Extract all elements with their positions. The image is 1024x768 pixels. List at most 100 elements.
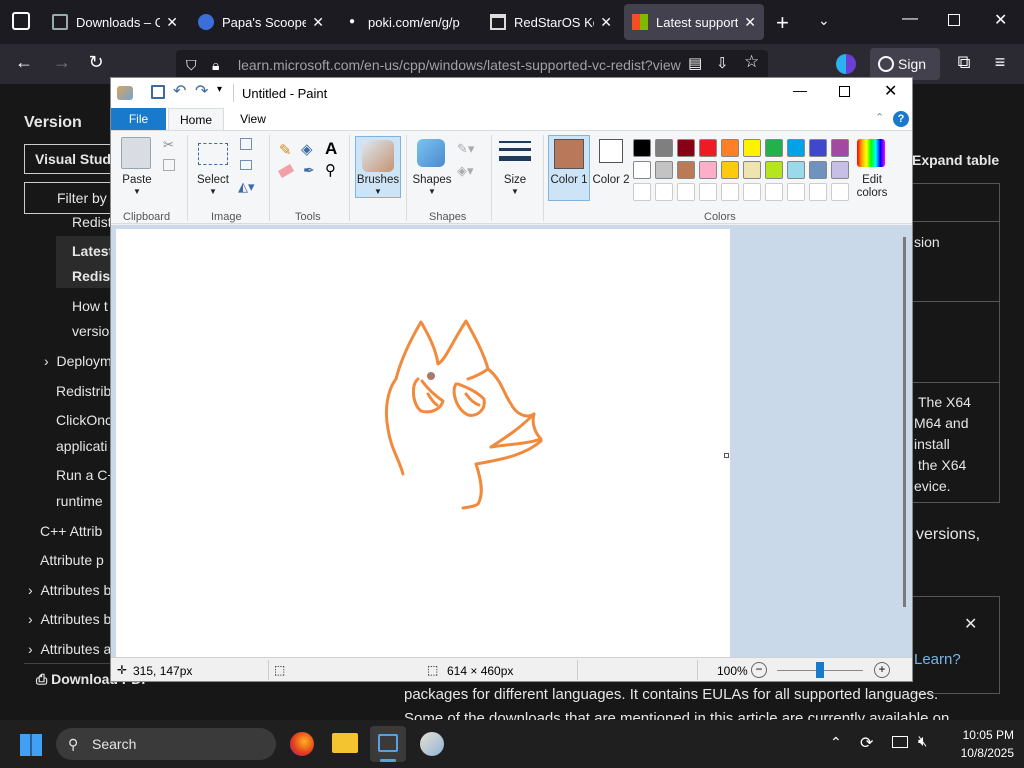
tab-latest-supported[interactable]: Latest supportec✕ [624,4,764,40]
toc-item[interactable]: runtime [56,493,103,509]
palette-swatch[interactable] [831,183,849,201]
color-picker-icon[interactable]: ✒ [303,162,315,179]
size-button[interactable]: Size [495,174,535,186]
toc-item[interactable]: applicati [56,438,107,454]
file-explorer-icon[interactable] [332,733,358,753]
eraser-icon[interactable] [277,164,295,178]
new-tab-icon[interactable]: + [776,10,789,36]
toc-item[interactable]: Run a C+ [56,467,116,483]
redo-icon[interactable]: ↷ [195,81,208,101]
clock-date[interactable]: 10/8/2025 [940,746,1014,760]
fill-icon[interactable]: ◈ [301,140,313,158]
paste-button[interactable]: Paste [117,174,157,186]
toc-item-selected[interactable]: Latest [72,243,113,259]
copy-icon[interactable] [163,159,175,171]
drawing-canvas[interactable] [116,229,730,661]
shapes-button[interactable]: Shapes [411,174,453,186]
palette-swatch[interactable] [677,139,695,157]
palette-swatch[interactable] [699,161,717,179]
color2-label[interactable]: Color 2 [592,174,630,187]
clipboard-icon[interactable] [121,137,151,169]
chevron-down-icon[interactable]: ▼ [117,187,157,196]
edit-colors-button[interactable]: Edit colors [849,174,895,200]
maximize-icon[interactable] [839,86,850,97]
outline-icon[interactable]: ✎▾ [457,141,474,157]
resize-handle[interactable] [724,453,729,458]
bookmark-star-icon[interactable]: ☆ [744,52,759,72]
sign-in-button[interactable]: Sign in [870,48,940,104]
paint-taskbar-icon[interactable] [420,732,444,756]
zoom-out-icon[interactable]: − [751,662,767,678]
toc-item[interactable]: Redistrib [56,383,111,399]
toc-item[interactable]: How t [72,298,108,314]
palette-swatch[interactable] [633,161,651,179]
forward-icon[interactable]: → [50,52,74,73]
zoom-slider-thumb[interactable] [816,662,824,678]
palette-swatch[interactable] [809,183,827,201]
palette-swatch[interactable] [699,183,717,201]
tab-home[interactable]: Home [168,108,224,131]
cut-icon[interactable]: ✂ [163,137,174,153]
fill-style-icon[interactable]: ◈▾ [457,163,474,179]
menu-icon[interactable]: ≡ [988,52,1012,73]
close-window-icon[interactable]: ✕ [884,81,897,101]
palette-swatch[interactable] [831,139,849,157]
palette-swatch[interactable] [721,161,739,179]
palette-swatch[interactable] [743,139,761,157]
volume-muted-icon[interactable]: 🔇︎ [918,733,927,750]
collapse-ribbon-icon[interactable]: ⌃ [875,111,884,124]
toc-item[interactable]: › Attributes b [28,611,111,627]
extension-icon[interactable] [836,54,856,74]
tab-poki[interactable]: ● poki.com/en/g/p [336,4,478,40]
save-icon[interactable] [151,85,165,99]
select-button[interactable]: Select [191,174,235,186]
palette-swatch[interactable] [765,161,783,179]
chevron-down-icon[interactable]: ⌄ [818,12,830,29]
toc-item[interactable]: Attribute p [40,552,104,568]
vertical-scrollbar[interactable] [903,237,906,607]
windows-start-icon[interactable] [20,734,42,756]
palette-swatch[interactable] [633,183,651,201]
close-icon[interactable]: ✕ [744,14,756,31]
tab-papas[interactable]: Papa's Scooperi✕ [190,4,332,40]
tab-downloads[interactable]: Downloads – Or ✕ [44,4,186,40]
reader-view-icon[interactable]: ▤ [688,54,702,72]
palette-swatch[interactable] [831,161,849,179]
palette-swatch[interactable] [787,183,805,201]
close-icon[interactable]: ✕ [964,614,977,634]
pencil-icon[interactable]: ✎ [279,141,292,159]
palette-swatch[interactable] [809,139,827,157]
customize-toolbar-icon[interactable]: ▾ [217,84,222,95]
zoom-in-icon[interactable]: + [874,662,890,678]
chevron-down-icon[interactable]: ▼ [495,187,535,196]
palette-swatch[interactable] [699,139,717,157]
expand-table-button[interactable]: Expand table [912,152,999,168]
toc-item[interactable]: › Attributes b [28,582,111,598]
select-icon[interactable] [198,143,228,165]
palette-swatch[interactable] [633,139,651,157]
close-icon[interactable]: ✕ [166,14,178,31]
palette-swatch[interactable] [721,139,739,157]
minimize-icon[interactable]: — [793,82,807,98]
palette-swatch[interactable] [655,139,673,157]
palette-swatch[interactable] [677,161,695,179]
magnifier-icon[interactable]: ⚲ [325,161,336,179]
close-window-icon[interactable]: ✕ [994,10,1007,30]
toc-item-selected-2[interactable]: Redist [72,268,115,284]
color2-swatch[interactable] [599,139,623,163]
text-icon[interactable]: A [325,139,337,159]
firefox-icon[interactable] [290,732,314,756]
palette-swatch[interactable] [809,161,827,179]
url-bar[interactable]: ⛉ 🔒︎ learn.microsoft.com/en-us/cpp/windo… [176,50,768,80]
close-icon[interactable]: ✕ [600,14,612,31]
toc-item[interactable]: Redist [72,214,112,230]
close-icon[interactable]: ✕ [312,14,324,31]
tab-view[interactable]: View [233,108,273,130]
toc-item[interactable]: C++ Attrib [40,523,102,539]
chevron-up-icon[interactable]: ⌃ [830,734,842,751]
palette-swatch[interactable] [787,139,805,157]
palette-swatch[interactable] [655,161,673,179]
taskbar-search[interactable]: ⚲ Search [56,728,276,760]
toc-item[interactable]: › Deploym [44,353,112,369]
tab-file[interactable]: File [111,108,166,130]
